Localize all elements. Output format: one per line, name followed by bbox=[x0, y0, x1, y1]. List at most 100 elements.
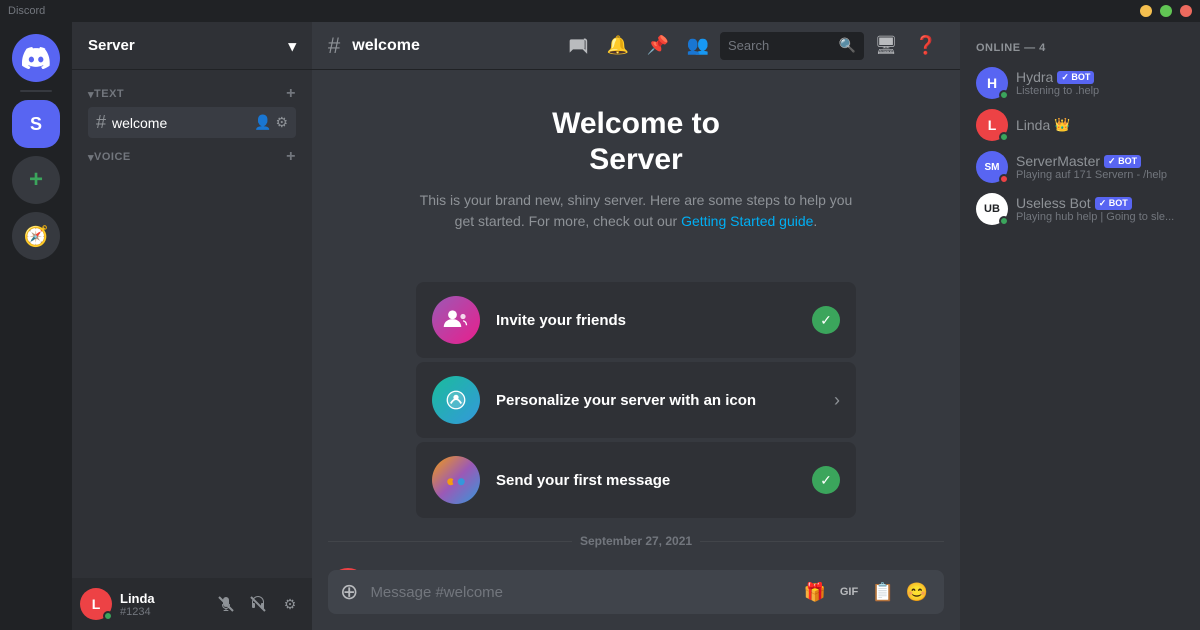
welcome-title: Welcome toServer bbox=[552, 106, 720, 178]
member-avatar-uselessbot: UB bbox=[976, 193, 1008, 225]
date-separator: September 27, 2021 bbox=[328, 534, 944, 548]
welcome-section: Welcome toServer This is your brand new,… bbox=[328, 86, 944, 262]
linda-crown-badge: 👑 bbox=[1054, 117, 1070, 133]
message-input-wrapper: ⊕ 🎁 GIF 📋 😊 bbox=[328, 570, 944, 614]
messages-area: Welcome toServer This is your brand new,… bbox=[312, 70, 960, 570]
main-content: # welcome 🔔 📌 👥 🔍 🖥 ❓ Welcome bbox=[312, 22, 960, 630]
task-item-message[interactable]: Send your first message ✓ bbox=[416, 442, 856, 518]
server-dropdown-icon: ▾ bbox=[288, 37, 296, 55]
members-button[interactable]: 👥 bbox=[680, 28, 716, 64]
members-group-title: ONLINE — 4 bbox=[968, 38, 1192, 62]
member-name-uselessbot: Useless Bot bbox=[1016, 195, 1091, 211]
add-file-button[interactable]: ⊕ bbox=[340, 579, 358, 605]
task-invite-check: ✓ bbox=[812, 306, 840, 334]
welcome-description: This is your brand new, shiny server. He… bbox=[416, 190, 856, 232]
category-text-label: TEXT bbox=[94, 88, 286, 100]
server-header[interactable]: Server ▾ bbox=[72, 22, 312, 70]
date-label: September 27, 2021 bbox=[580, 534, 692, 548]
task-personalize-label: Personalize your server with an icon bbox=[496, 392, 818, 409]
user-name: Linda bbox=[120, 591, 204, 606]
search-icon: 🔍 bbox=[839, 37, 856, 54]
getting-started-link[interactable]: Getting Started guide bbox=[681, 213, 813, 229]
user-avatar: L bbox=[80, 588, 112, 620]
add-server-button[interactable]: + bbox=[12, 156, 60, 204]
task-item-personalize[interactable]: Personalize your server with an icon › bbox=[416, 362, 856, 438]
search-input[interactable] bbox=[728, 38, 833, 53]
search-bar[interactable]: 🔍 bbox=[720, 32, 864, 60]
titlebar: Discord bbox=[0, 0, 1200, 22]
member-info-hydra: Hydra ✓ BOT Listening to .help bbox=[1016, 69, 1184, 97]
settings-button[interactable]: ⚙ bbox=[276, 590, 304, 618]
input-tools: 🎁 GIF 📋 😊 bbox=[800, 577, 932, 607]
member-name-hydra: Hydra bbox=[1016, 69, 1053, 85]
channel-name: welcome bbox=[112, 115, 248, 131]
channel-hash-icon: # bbox=[96, 112, 106, 133]
category-voice: ▾ VOICE + bbox=[72, 141, 312, 171]
maximize-button[interactable] bbox=[1160, 5, 1172, 17]
add-member-icon[interactable]: 👤 bbox=[254, 114, 271, 131]
member-item-hydra[interactable]: H Hydra ✓ BOT Listening to .help bbox=[968, 62, 1192, 104]
category-text: ▾ TEXT + # welcome 👤 ⚙ bbox=[72, 78, 312, 141]
member-item-servermaster[interactable]: SM ServerMaster ✓ BOT Playing auf 171 Se… bbox=[968, 146, 1192, 188]
user-controls: ⚙ bbox=[212, 590, 304, 618]
member-status-linda bbox=[999, 132, 1009, 142]
server-list: S + 🧭 bbox=[0, 22, 72, 630]
members-sidebar: ONLINE — 4 H Hydra ✓ BOT Listening to .h… bbox=[960, 22, 1200, 630]
member-item-linda[interactable]: L Linda 👑 bbox=[968, 104, 1192, 146]
server-icon-main[interactable]: S bbox=[12, 100, 60, 148]
sticker-button[interactable]: 📋 bbox=[868, 577, 898, 607]
add-voice-channel-button[interactable]: + bbox=[286, 149, 296, 165]
server-name: Server bbox=[88, 37, 135, 54]
category-text-header[interactable]: ▾ TEXT + bbox=[80, 82, 304, 106]
task-invite-label: Invite your friends bbox=[496, 312, 796, 329]
gif-button[interactable]: GIF bbox=[834, 577, 864, 607]
close-button[interactable] bbox=[1180, 5, 1192, 17]
titlebar-controls[interactable] bbox=[1140, 5, 1192, 17]
user-tag: #1234 bbox=[120, 606, 204, 618]
member-activity-servermaster: Playing auf 171 Servern - /help bbox=[1016, 169, 1184, 181]
threads-button[interactable] bbox=[560, 28, 596, 64]
category-voice-header[interactable]: ▾ VOICE + bbox=[80, 145, 304, 169]
date-line-left bbox=[328, 541, 572, 542]
member-info-linda: Linda 👑 bbox=[1016, 117, 1184, 133]
task-invite-icon bbox=[432, 296, 480, 344]
member-status-hydra bbox=[999, 90, 1009, 100]
task-message-check: ✓ bbox=[812, 466, 840, 494]
member-info-servermaster: ServerMaster ✓ BOT Playing auf 171 Serve… bbox=[1016, 153, 1184, 181]
minimize-button[interactable] bbox=[1140, 5, 1152, 17]
task-item-invite[interactable]: Invite your friends ✓ bbox=[416, 282, 856, 358]
channel-item-welcome[interactable]: # welcome 👤 ⚙ bbox=[88, 107, 296, 138]
message-input[interactable] bbox=[370, 573, 788, 612]
task-list: Invite your friends ✓ Personalize your s… bbox=[416, 282, 856, 518]
member-item-uselessbot[interactable]: UB Useless Bot ✓ BOT Playing hub help | … bbox=[968, 188, 1192, 230]
deafen-button[interactable] bbox=[244, 590, 272, 618]
hydra-bot-badge: ✓ BOT bbox=[1057, 71, 1094, 84]
servermaster-bot-badge: ✓ BOT bbox=[1104, 155, 1141, 168]
channel-header: # welcome 🔔 📌 👥 🔍 🖥 ❓ bbox=[312, 22, 960, 70]
channel-sidebar: Server ▾ ▾ TEXT + # welcome 👤 ⚙ bbox=[72, 22, 312, 630]
member-name-linda: Linda bbox=[1016, 117, 1050, 133]
message-input-area: ⊕ 🎁 GIF 📋 😊 bbox=[312, 570, 960, 630]
mute-button[interactable] bbox=[212, 590, 240, 618]
user-panel: L Linda #1234 ⚙ bbox=[72, 578, 312, 630]
inbox-button[interactable]: 🖥 bbox=[868, 28, 904, 64]
date-line-right bbox=[700, 541, 944, 542]
member-avatar-servermaster: SM bbox=[976, 151, 1008, 183]
uselessbot-bot-badge: ✓ BOT bbox=[1095, 197, 1132, 210]
gift-button[interactable]: 🎁 bbox=[800, 577, 830, 607]
explore-servers-button[interactable]: 🧭 bbox=[12, 212, 60, 260]
notifications-button[interactable]: 🔔 bbox=[600, 28, 636, 64]
settings-icon[interactable]: ⚙ bbox=[275, 114, 288, 131]
titlebar-title: Discord bbox=[8, 5, 45, 17]
channel-list: ▾ TEXT + # welcome 👤 ⚙ ▾ VOICE + bbox=[72, 70, 312, 578]
emoji-button[interactable]: 😊 bbox=[902, 577, 932, 607]
pin-button[interactable]: 📌 bbox=[640, 28, 676, 64]
task-message-label: Send your first message bbox=[496, 472, 796, 489]
discord-home-button[interactable] bbox=[12, 34, 60, 82]
user-info: Linda #1234 bbox=[120, 591, 204, 618]
help-button[interactable]: ❓ bbox=[908, 28, 944, 64]
add-text-channel-button[interactable]: + bbox=[286, 86, 296, 102]
task-message-icon bbox=[432, 456, 480, 504]
task-personalize-arrow: › bbox=[834, 390, 840, 411]
channel-header-name: welcome bbox=[352, 37, 420, 55]
